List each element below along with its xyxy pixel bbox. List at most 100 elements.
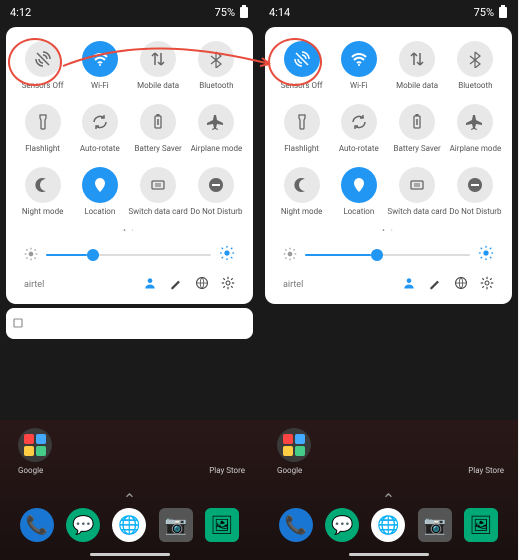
qs-tile-bluetooth[interactable]: Bluetooth (188, 37, 245, 94)
camera-app[interactable]: 📷 (159, 508, 193, 542)
brightness-slider[interactable] (46, 254, 211, 256)
battery-icon (239, 5, 249, 19)
qs-tile-wifi[interactable]: Wi-Fi (330, 37, 387, 94)
mobiledata-icon (140, 41, 176, 77)
qs-tile-mobiledata[interactable]: Mobile data (128, 37, 187, 94)
settings-icon[interactable] (221, 275, 235, 294)
qs-tile-label: Flashlight (25, 144, 60, 153)
notification-icon (12, 317, 24, 329)
brightness-slider[interactable] (305, 254, 470, 256)
qs-tile-label: Auto-rotate (339, 144, 379, 153)
globe-icon[interactable] (454, 275, 468, 294)
playstore-label: Play Store (468, 466, 504, 475)
qs-tile-label: Mobile data (396, 81, 438, 90)
qs-tile-label: Sensors Off (22, 81, 64, 90)
battery-pct: 75% (474, 6, 494, 19)
play-store-icon[interactable] (207, 428, 241, 462)
nav-bar[interactable] (349, 553, 429, 556)
edit-icon[interactable] (169, 275, 183, 294)
status-bar: 4:12 75% (0, 0, 259, 24)
night-icon (284, 167, 320, 203)
brightness-high-icon (478, 245, 494, 265)
phone-app[interactable]: 📞 (20, 508, 54, 542)
qs-tile-night[interactable]: Night mode (273, 163, 330, 220)
mobiledata-icon (399, 41, 435, 77)
qs-tile-dnd[interactable]: Do Not Disturb (188, 163, 245, 220)
qs-tile-autorotate[interactable]: Auto-rotate (71, 100, 128, 157)
qs-tile-label: Auto-rotate (80, 144, 120, 153)
google-folder[interactable] (277, 428, 311, 462)
qs-tile-location[interactable]: Location (71, 163, 128, 220)
switchcard-icon (140, 167, 176, 203)
qs-tile-airplane[interactable]: Airplane mode (188, 100, 245, 157)
qs-tile-label: Do Not Disturb (190, 207, 242, 216)
battery-icon (399, 104, 435, 140)
autorotate-icon (82, 104, 118, 140)
notification-card[interactable] (6, 308, 253, 339)
qs-tile-battery[interactable]: Battery Saver (128, 100, 187, 157)
gallery-app[interactable]: 🖼 (464, 508, 498, 542)
qs-tile-switchcard[interactable]: Switch data card (387, 163, 446, 220)
flashlight-icon (284, 104, 320, 140)
chrome-app[interactable]: 🌐 (112, 508, 146, 542)
qs-tile-label: Bluetooth (458, 81, 492, 90)
autorotate-icon (341, 104, 377, 140)
night-icon (25, 167, 61, 203)
qs-tile-location[interactable]: Location (330, 163, 387, 220)
phone-right: 4:14 75% Sensors Off Wi-Fi Mobile data Blue… (259, 0, 518, 560)
clock: 4:14 (269, 6, 290, 19)
dnd-icon (457, 167, 493, 203)
qs-tile-mobiledata[interactable]: Mobile data (387, 37, 446, 94)
qs-tile-label: Wi-Fi (91, 81, 109, 90)
qs-footer: airtel (14, 269, 245, 296)
qs-tile-flashlight[interactable]: Flashlight (14, 100, 71, 157)
user-icon[interactable] (143, 275, 157, 294)
google-folder[interactable] (18, 428, 52, 462)
qs-tile-label: Sensors Off (281, 81, 323, 90)
carrier-label: airtel (283, 280, 303, 290)
qs-tile-switchcard[interactable]: Switch data card (128, 163, 187, 220)
chevron-up-icon[interactable]: ⌃ (123, 490, 136, 509)
globe-icon[interactable] (195, 275, 209, 294)
qs-tile-label: Battery Saver (394, 144, 441, 153)
qs-tile-flashlight[interactable]: Flashlight (273, 100, 330, 157)
gallery-app[interactable]: 🖼 (205, 508, 239, 542)
chrome-app[interactable]: 🌐 (371, 508, 405, 542)
qs-tile-bluetooth[interactable]: Bluetooth (447, 37, 504, 94)
wifi-icon (341, 41, 377, 77)
brightness-row (273, 241, 504, 269)
brightness-low-icon (24, 246, 38, 265)
folder-label: Google (277, 466, 302, 475)
qs-panel: Sensors Off Wi-Fi Mobile data Bluetooth Flas… (265, 27, 512, 304)
chevron-up-icon[interactable]: ⌃ (382, 490, 395, 509)
user-icon[interactable] (402, 275, 416, 294)
brightness-low-icon (283, 246, 297, 265)
qs-tile-label: Bluetooth (199, 81, 233, 90)
play-store-icon[interactable] (466, 428, 500, 462)
phone-app[interactable]: 📞 (279, 508, 313, 542)
qs-tile-label: Night mode (22, 207, 63, 216)
qs-tile-autorotate[interactable]: Auto-rotate (330, 100, 387, 157)
qs-tile-label: Flashlight (284, 144, 319, 153)
qs-tile-dnd[interactable]: Do Not Disturb (447, 163, 504, 220)
qs-tile-label: Location (84, 207, 115, 216)
edit-icon[interactable] (428, 275, 442, 294)
wifi-icon (82, 41, 118, 77)
brightness-row (14, 241, 245, 269)
qs-tile-label: Switch data card (387, 207, 446, 216)
settings-icon[interactable] (480, 275, 494, 294)
location-icon (341, 167, 377, 203)
qs-tile-airplane[interactable]: Airplane mode (447, 100, 504, 157)
qs-tile-battery[interactable]: Battery Saver (387, 100, 446, 157)
messages-app[interactable]: 💬 (66, 508, 100, 542)
airplane-icon (198, 104, 234, 140)
battery-icon (140, 104, 176, 140)
qs-tile-night[interactable]: Night mode (14, 163, 71, 220)
messages-app[interactable]: 💬 (325, 508, 359, 542)
qs-footer: airtel (273, 269, 504, 296)
qs-tile-sensors[interactable]: Sensors Off (14, 37, 71, 94)
camera-app[interactable]: 📷 (418, 508, 452, 542)
qs-tile-sensors[interactable]: Sensors Off (273, 37, 330, 94)
nav-bar[interactable] (90, 553, 170, 556)
qs-tile-wifi[interactable]: Wi-Fi (71, 37, 128, 94)
